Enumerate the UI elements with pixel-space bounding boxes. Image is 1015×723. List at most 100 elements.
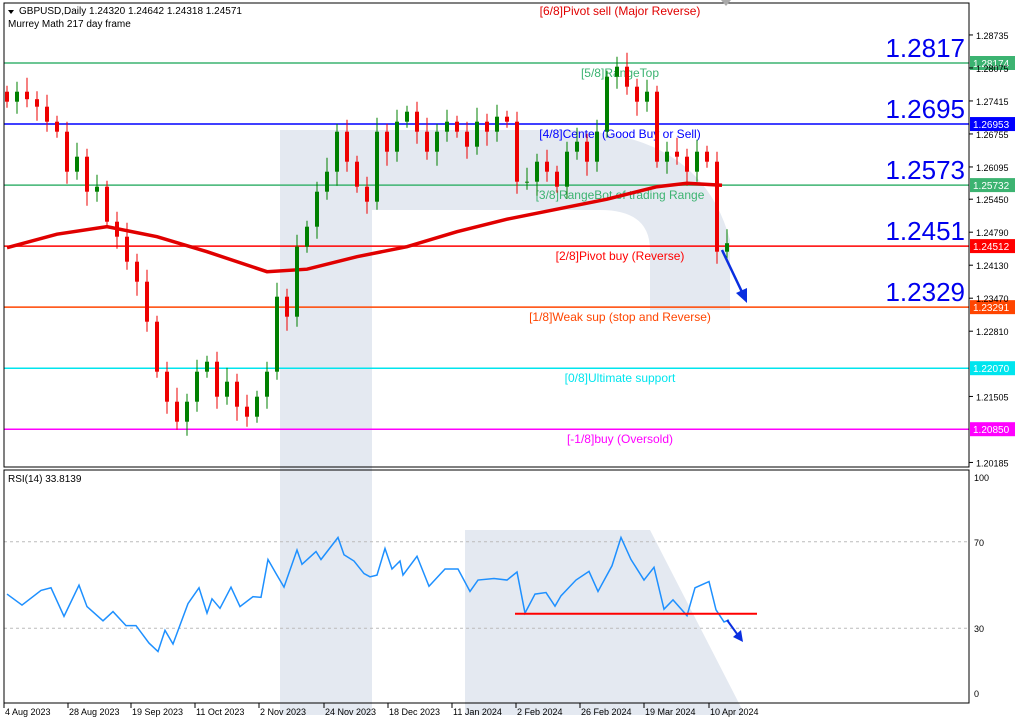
candle-body bbox=[245, 407, 249, 417]
candle-body bbox=[625, 67, 629, 87]
candle-body bbox=[145, 282, 149, 322]
candle-body bbox=[205, 362, 209, 372]
candle-body bbox=[165, 372, 169, 402]
candle-body bbox=[325, 172, 329, 192]
candle-body bbox=[25, 92, 29, 100]
date-label: 11 Oct 2023 bbox=[196, 707, 244, 717]
candle-body bbox=[55, 122, 59, 132]
candle-body bbox=[725, 243, 729, 252]
date-label: 28 Aug 2023 bbox=[69, 707, 120, 717]
candle-body bbox=[555, 172, 559, 187]
candle-body bbox=[665, 152, 669, 162]
candle-body bbox=[655, 92, 659, 162]
candle-body bbox=[385, 132, 389, 152]
date-label: 4 Aug 2023 bbox=[5, 707, 51, 717]
candle-body bbox=[445, 122, 449, 132]
candle-body bbox=[585, 142, 589, 162]
candle-body bbox=[105, 187, 109, 222]
candle-body bbox=[135, 262, 139, 282]
murrey-big-value: 1.2573 bbox=[885, 155, 965, 185]
candle-body bbox=[675, 152, 679, 157]
date-label: 18 Dec 2023 bbox=[389, 707, 440, 717]
price-axis-label: 1.25450 bbox=[976, 195, 1009, 205]
date-label: 11 Jan 2024 bbox=[453, 707, 502, 717]
price-axis-label: 1.23470 bbox=[976, 294, 1009, 304]
candle-body bbox=[95, 187, 99, 192]
candle-body bbox=[45, 107, 49, 122]
candle-body bbox=[515, 122, 519, 182]
indicator-name: Murrey Math 217 day frame bbox=[8, 19, 131, 30]
candle-body bbox=[65, 132, 69, 172]
price-axis-label: 1.22810 bbox=[976, 327, 1009, 337]
candle-body bbox=[575, 142, 579, 152]
candle-body bbox=[175, 402, 179, 422]
murrey-big-value: 1.2329 bbox=[885, 277, 965, 307]
price-tag: 1.20850 bbox=[973, 425, 1010, 436]
price-axis-label: 1.24130 bbox=[976, 261, 1009, 271]
price-chart[interactable]: [6/8]Pivot sell (Major Reverse)1.293951.… bbox=[0, 0, 1015, 723]
murrey-level-label: [5/8]RangeTop bbox=[581, 66, 659, 80]
candle-body bbox=[345, 132, 349, 162]
rsi-axis-label: 100 bbox=[974, 473, 989, 483]
rsi-axis-label: 0 bbox=[974, 689, 979, 699]
price-axis-label: 1.27415 bbox=[976, 97, 1009, 107]
candle-body bbox=[285, 297, 289, 317]
candle-body bbox=[5, 92, 9, 102]
candle-body bbox=[695, 152, 699, 172]
candle-body bbox=[315, 192, 319, 227]
candle-body bbox=[525, 182, 529, 183]
candle-body bbox=[235, 382, 239, 407]
candle-body bbox=[215, 362, 219, 397]
price-axis-label: 1.24790 bbox=[976, 228, 1009, 238]
rsi-axis-label: 30 bbox=[974, 624, 984, 634]
date-label: 26 Feb 2024 bbox=[581, 707, 632, 717]
candle-body bbox=[425, 132, 429, 152]
candle-body bbox=[365, 187, 369, 202]
price-axis-label: 1.21505 bbox=[976, 392, 1009, 402]
candle-body bbox=[125, 237, 129, 262]
price-axis-label: 1.20185 bbox=[976, 458, 1009, 468]
candle-body bbox=[455, 122, 459, 132]
murrey-level-label: [2/8]Pivot buy (Reverse) bbox=[556, 249, 685, 263]
candle-body bbox=[415, 112, 419, 132]
candle-body bbox=[115, 222, 119, 237]
candle-body bbox=[275, 297, 279, 372]
candle-body bbox=[605, 77, 609, 132]
murrey-level-label: [4/8]Center (Good Buy or Sell) bbox=[539, 127, 700, 141]
candle-body bbox=[335, 132, 339, 172]
candle-body bbox=[355, 162, 359, 187]
candle-body bbox=[635, 87, 639, 102]
rsi-axis-label: 70 bbox=[974, 538, 984, 548]
candle-body bbox=[615, 67, 619, 77]
murrey-level-label: [1/8]Weak sup (stop and Reverse) bbox=[529, 310, 711, 324]
candle-body bbox=[435, 132, 439, 152]
candle-body bbox=[475, 122, 479, 147]
candle-body bbox=[15, 92, 19, 102]
date-label: 19 Sep 2023 bbox=[132, 707, 183, 717]
price-tag: 1.25732 bbox=[973, 181, 1010, 192]
date-label: 10 Apr 2024 bbox=[710, 707, 759, 717]
candle-body bbox=[685, 157, 689, 172]
murrey-level-label: [0/8]Ultimate support bbox=[565, 371, 676, 385]
candle-body bbox=[375, 132, 379, 202]
candle-body bbox=[395, 122, 399, 152]
candle-body bbox=[595, 132, 599, 162]
candle-body bbox=[545, 162, 549, 172]
candle-body bbox=[85, 157, 89, 192]
murrey-level-label: [6/8]Pivot sell (Major Reverse) bbox=[540, 4, 701, 18]
candle-body bbox=[535, 162, 539, 182]
candle-body bbox=[565, 152, 569, 187]
candle-body bbox=[255, 397, 259, 417]
candle-body bbox=[465, 132, 469, 147]
candle-body bbox=[265, 372, 269, 397]
date-label: 2 Nov 2023 bbox=[260, 707, 306, 717]
candle-body bbox=[155, 322, 159, 372]
date-label: 19 Mar 2024 bbox=[645, 707, 696, 717]
symbol-ohlc: GBPUSD,Daily 1.24320 1.24642 1.24318 1.2… bbox=[19, 6, 242, 17]
price-axis-label: 1.26755 bbox=[976, 130, 1009, 140]
candle-body bbox=[405, 112, 409, 122]
date-label: 2 Feb 2024 bbox=[517, 707, 563, 717]
candle-body bbox=[305, 227, 309, 247]
candle-body bbox=[715, 162, 719, 252]
price-axis-label: 1.26095 bbox=[976, 163, 1009, 173]
